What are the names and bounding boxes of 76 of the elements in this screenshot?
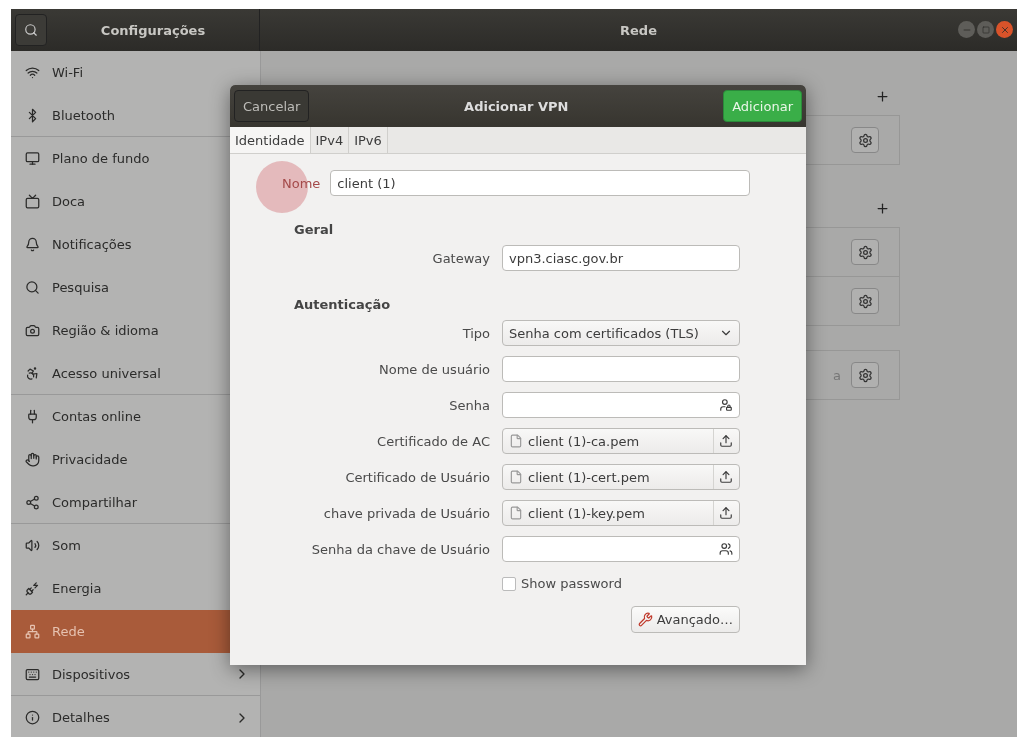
settings-button[interactable] [851,288,879,314]
field-label: Certificado de AC [377,433,490,449]
speaker-icon [25,538,40,553]
file-icon [509,506,523,520]
sidebar-item[interactable]: Privacidade [11,438,260,481]
dropdown[interactable]: Senha com certificados (TLS) [502,320,740,346]
sidebar-item[interactable]: Notificações [11,223,260,266]
search-icon [25,280,40,295]
close-button[interactable] [996,21,1013,38]
field-label: chave privada de Usuário [323,505,490,521]
plug-icon [25,409,40,424]
section-heading: Geral [293,222,335,237]
sidebar-item[interactable]: Detalhes [11,696,260,737]
name-field[interactable]: client (1) [330,170,751,196]
info-icon [25,710,40,725]
network-icon [25,624,40,639]
text-field[interactable]: vpn3.ciasc.gov.br [502,245,740,271]
sidebar-item[interactable]: Região & idioma [11,309,260,352]
settings-button[interactable] [851,362,879,388]
field-label: Nome de usuário [379,361,490,377]
field-label: Senha [449,397,490,413]
tab[interactable]: Identidade [230,127,311,153]
password-field[interactable] [502,392,740,418]
file-chooser[interactable]: client (1)-cert.pem [502,464,740,490]
add-icon[interactable] [875,201,890,216]
settings-icon [857,293,873,309]
search-icon [24,23,38,37]
checkbox[interactable] [502,576,516,591]
screen-icon [25,194,40,209]
add-icon[interactable] [875,89,890,104]
accessibility-icon [25,365,40,381]
search-button[interactable] [15,14,47,46]
sidebar-item[interactable]: Pesquisa [11,266,260,309]
maximize-icon [981,25,990,34]
dialog-title: Adicionar VPN [464,98,569,114]
cancel-button[interactable]: Cancelar [234,90,310,122]
field-label: Tipo [462,325,490,341]
settings-button[interactable] [851,127,879,153]
camera-icon [25,323,40,338]
settings-icon [857,244,873,260]
hand-icon [25,452,40,467]
keyboard-icon [25,666,40,682]
file-chooser[interactable]: client (1)-key.pem [502,500,740,526]
wrench-icon [637,612,653,627]
settings-icon [857,132,873,148]
user-lock-icon [719,398,733,412]
open-file-icon [719,470,733,484]
checkbox-label: Show password [521,576,622,591]
settings-icon [857,367,873,383]
password-field[interactable] [502,536,740,562]
advanced-button[interactable]: Avançado… [630,606,740,633]
open-file-icon [719,434,733,448]
settings-button[interactable] [851,239,879,265]
file-icon [509,434,523,448]
section-heading: Autenticação [293,297,392,312]
monitor-icon [25,151,40,166]
field-label: Nome [282,175,321,191]
sidebar-item[interactable]: Contas online [11,395,260,438]
file-chooser[interactable]: client (1)-ca.pem [502,428,740,454]
close-icon [999,24,1010,35]
app-title: Configurações [100,22,206,38]
window-title: Rede [620,22,657,38]
sidebar-item[interactable]: Doca [11,180,260,223]
field-label: Certificado de Usuário [345,469,490,485]
field-label: Senha da chave de Usuário [311,541,490,557]
open-file-icon [719,506,733,520]
file-icon [509,470,523,484]
bell-icon [25,237,40,252]
share-icon [25,494,40,510]
sidebar-item[interactable]: Energia [11,567,260,610]
text-field[interactable] [502,356,740,382]
sidebar-item[interactable]: Som [11,524,260,567]
users-icon [719,542,733,556]
wifi-icon [25,65,40,80]
field-label: Gateway [432,250,490,266]
power-icon [25,581,40,596]
